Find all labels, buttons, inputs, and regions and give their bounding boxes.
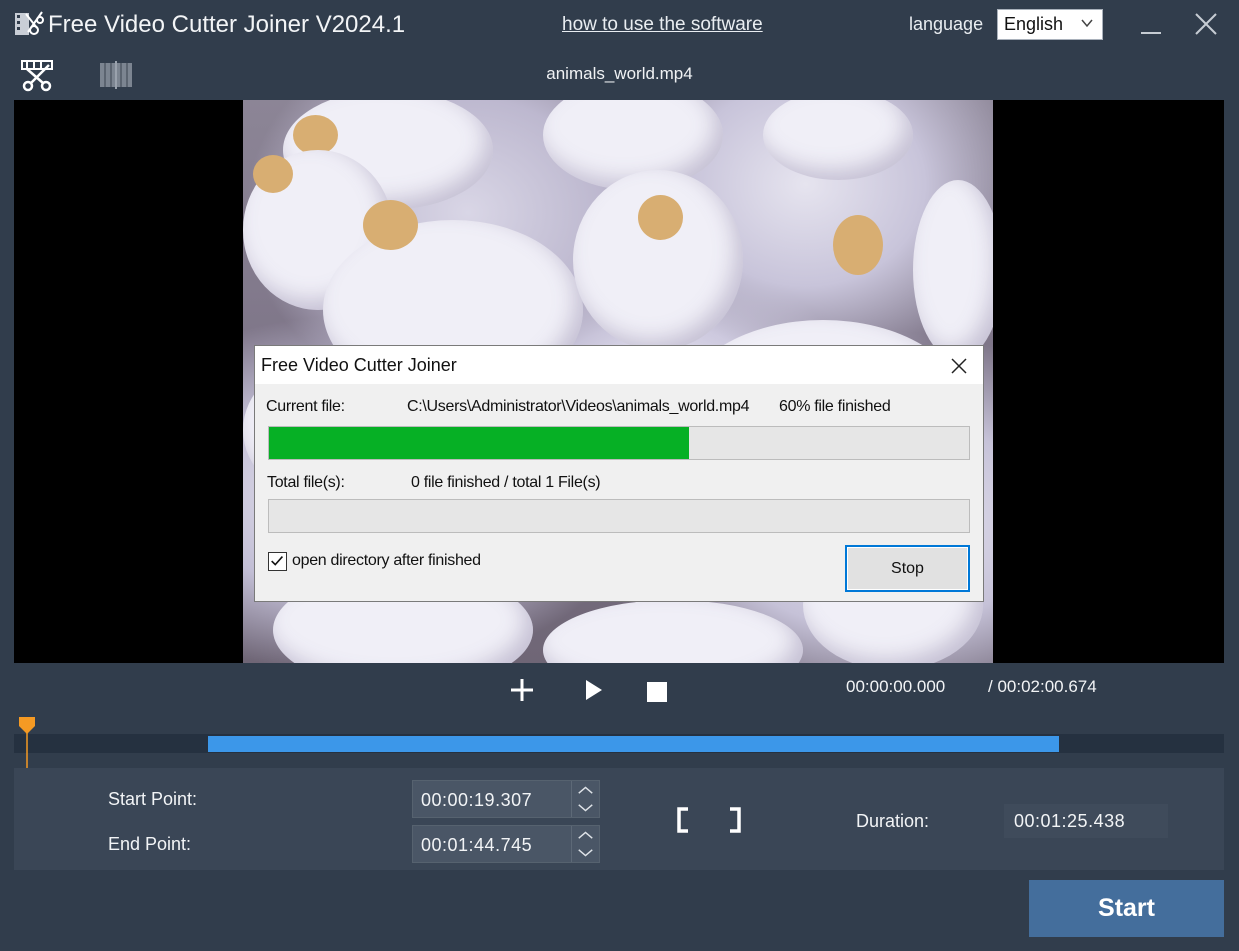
duration-value: 00:01:25.438 <box>1014 811 1126 831</box>
language-selected-value: English <box>1004 14 1064 34</box>
progress-dialog: Free Video Cutter Joiner Current file: C… <box>254 345 984 602</box>
end-point-stepper[interactable] <box>571 826 599 862</box>
open-directory-checkbox[interactable] <box>268 552 287 571</box>
total-files-progress-bar <box>268 499 970 533</box>
total-files-status: 0 file finished / total 1 File(s) <box>411 474 601 491</box>
open-directory-label[interactable]: open directory after finished <box>292 552 481 570</box>
end-point-value: 00:01:44.745 <box>421 835 533 855</box>
app-logo-icon <box>15 11 44 35</box>
title-bar: Free Video Cutter Joiner V2024.1 how to … <box>0 0 1239 50</box>
stop-playback-icon[interactable] <box>646 681 668 703</box>
set-end-bracket-icon[interactable] <box>726 805 744 835</box>
current-file-label: Current file: <box>266 398 345 415</box>
timeline-selection[interactable] <box>207 736 1060 752</box>
close-window-button[interactable] <box>1193 11 1219 37</box>
current-file-path: C:\Users\Administrator\Videos\animals_wo… <box>407 398 750 415</box>
end-point-label: End Point: <box>108 834 192 854</box>
stop-button[interactable]: Stop <box>845 545 970 592</box>
end-point-input[interactable]: 00:01:44.745 <box>412 825 600 863</box>
current-time: 00:00:00.000 <box>846 677 946 696</box>
total-time: / 00:02:00.674 <box>988 677 1097 696</box>
dialog-close-icon[interactable] <box>949 356 969 376</box>
start-point-stepper[interactable] <box>571 781 599 817</box>
set-start-bracket-icon[interactable] <box>674 805 692 835</box>
dialog-title-bar: Free Video Cutter Joiner <box>255 346 983 384</box>
start-point-input[interactable]: 00:00:19.307 <box>412 780 600 818</box>
start-point-value: 00:00:19.307 <box>421 790 533 810</box>
total-files-label: Total file(s): <box>267 474 345 491</box>
start-point-label: Start Point: <box>108 789 198 809</box>
current-file-status: 60% file finished <box>779 398 891 415</box>
chevron-down-icon <box>1081 19 1093 28</box>
minimize-button[interactable] <box>1139 10 1163 38</box>
start-button[interactable]: Start <box>1029 880 1224 937</box>
app-title: Free Video Cutter Joiner V2024.1 <box>48 11 406 38</box>
add-segment-icon[interactable] <box>509 677 535 703</box>
playhead-handle[interactable] <box>18 716 36 768</box>
current-file-progress-fill <box>269 427 689 459</box>
checkmark-icon <box>271 556 284 566</box>
dialog-title: Free Video Cutter Joiner <box>261 355 457 375</box>
language-select[interactable]: English <box>997 9 1103 40</box>
help-link[interactable]: how to use the software <box>562 14 763 36</box>
duration-label: Duration: <box>856 811 930 831</box>
toolbar: animals_world.mp4 <box>0 50 1239 100</box>
current-file-progress-bar <box>268 426 970 460</box>
duration-display: 00:01:25.438 <box>1004 804 1168 838</box>
playback-controls: 00:00:00.000 / 00:02:00.674 <box>14 663 1224 715</box>
current-file-title: animals_world.mp4 <box>546 64 693 83</box>
play-icon[interactable] <box>583 677 605 703</box>
language-label: language <box>909 14 984 34</box>
